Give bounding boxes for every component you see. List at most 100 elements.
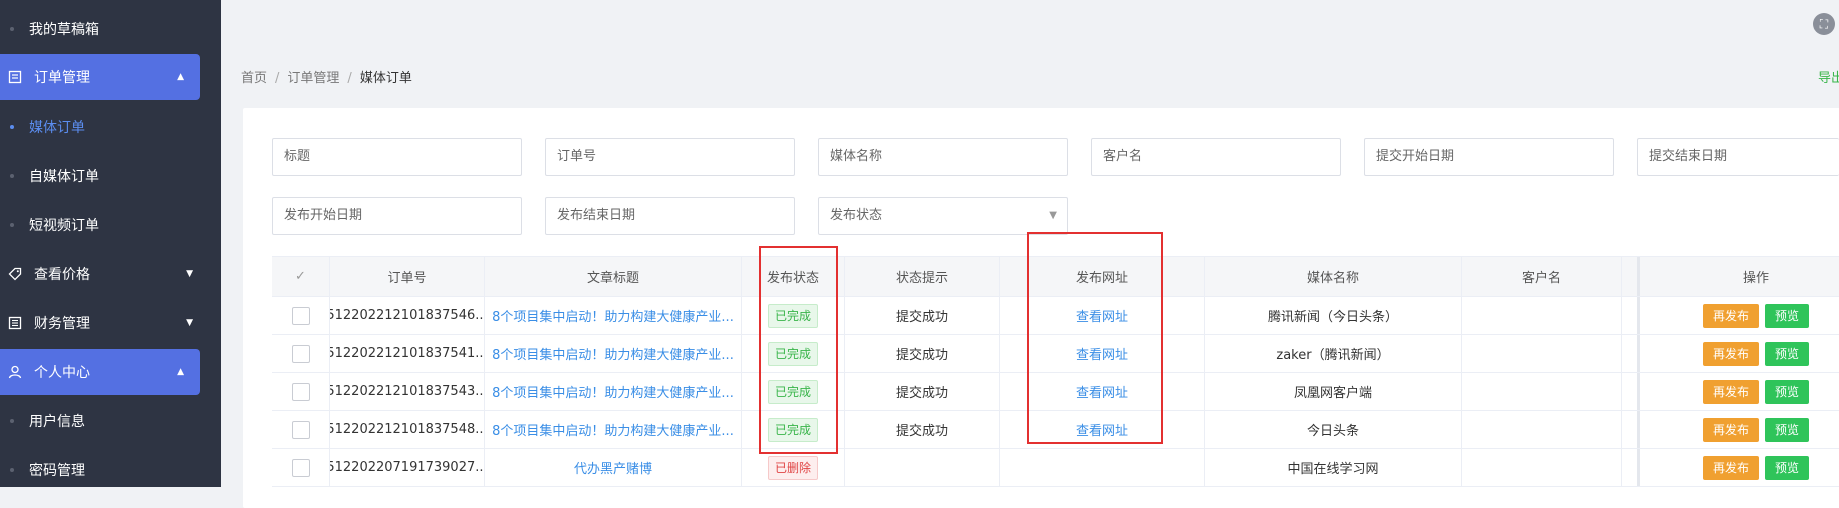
- sidebar-item-label: 我的草稿箱: [29, 22, 99, 38]
- bullet-icon: [10, 468, 14, 472]
- article-title-link[interactable]: 8个项目集中启动！助力构建大健康产业...: [485, 335, 742, 372]
- preview-button[interactable]: 预览: [1765, 455, 1810, 480]
- preview-button[interactable]: 预览: [1765, 341, 1810, 366]
- republish-button[interactable]: 再发布: [1702, 417, 1759, 442]
- user-icon: [8, 365, 22, 379]
- article-title-link[interactable]: 代办黑产赌博: [485, 449, 742, 486]
- submit-start-date-input[interactable]: 提交开始日期: [1364, 138, 1614, 176]
- caret-up-icon: ▲: [177, 367, 184, 377]
- orders-table: ✓ 订单号 文章标题 发布状态 状态提示 发布网址 媒体名称 客户名 操作 51…: [272, 256, 1839, 487]
- status-hint: 提交成功: [845, 373, 1000, 410]
- order-no: 512202212101837548...: [330, 411, 485, 448]
- chevron-down-icon: ▼: [1049, 210, 1057, 221]
- republish-button[interactable]: 再发布: [1702, 379, 1759, 404]
- bullet-icon: [10, 125, 14, 129]
- breadcrumb: 首页 / 订单管理 / 媒体订单: [241, 67, 412, 86]
- media-name-input[interactable]: 媒体名称: [818, 138, 1068, 176]
- order-no-input[interactable]: 订单号: [545, 138, 795, 176]
- submit-end-date-input[interactable]: 提交结束日期: [1637, 138, 1839, 176]
- bullet-icon: [10, 223, 14, 227]
- row-actions: 再发布 预览: [1640, 335, 1839, 372]
- article-title-link[interactable]: 8个项目集中启动！助力构建大健康产业...: [485, 297, 742, 334]
- order-no: 512202212101837543...: [330, 373, 485, 410]
- view-url-link[interactable]: 查看网址: [1000, 297, 1205, 334]
- republish-button[interactable]: 再发布: [1702, 455, 1759, 480]
- bullet-icon: [10, 27, 14, 31]
- publish-status-placeholder: 发布状态: [830, 208, 883, 223]
- header-actions: 操作: [1742, 271, 1769, 286]
- sidebar-item-drafts[interactable]: 我的草稿箱: [0, 6, 221, 52]
- document-icon: [8, 70, 22, 84]
- customer-name: [1462, 411, 1622, 448]
- header-check[interactable]: ✓: [272, 257, 330, 296]
- republish-button[interactable]: 再发布: [1702, 341, 1759, 366]
- republish-button[interactable]: 再发布: [1702, 303, 1759, 328]
- row-checkbox[interactable]: [291, 458, 310, 477]
- sidebar-item-personal-center[interactable]: 个人中心 ▲: [0, 349, 200, 395]
- article-title-link[interactable]: 8个项目集中启动！助力构建大健康产业...: [485, 411, 742, 448]
- header-url: 发布网址: [1000, 257, 1205, 296]
- breadcrumb-separator: /: [347, 71, 352, 86]
- export-link[interactable]: 导出: [1818, 67, 1839, 86]
- table-row: 512202212101837543... 8个项目集中启动！助力构建大健康产业…: [272, 373, 1839, 411]
- bullet-icon: [10, 174, 14, 178]
- status-hint: [845, 449, 1000, 486]
- breadcrumb-current: 媒体订单: [359, 71, 412, 86]
- row-actions: 再发布 预览: [1640, 297, 1839, 334]
- sidebar-item-password[interactable]: 密码管理: [0, 447, 221, 487]
- sidebar-item-short-video-orders[interactable]: 短视频订单: [0, 202, 221, 248]
- publish-end-date-input[interactable]: 发布结束日期: [545, 197, 795, 235]
- table-row: 512202212101837548... 8个项目集中启动！助力构建大健康产业…: [272, 411, 1839, 449]
- sidebar-item-user-info[interactable]: 用户信息: [0, 398, 221, 444]
- article-title-link[interactable]: 8个项目集中启动！助力构建大健康产业...: [485, 373, 742, 410]
- sidebar-item-order-management[interactable]: 订单管理 ▲: [0, 54, 200, 100]
- preview-button[interactable]: 预览: [1765, 379, 1810, 404]
- sidebar-item-media-orders[interactable]: 媒体订单: [0, 104, 221, 150]
- view-url-link[interactable]: 查看网址: [1000, 411, 1205, 448]
- media-name: 今日头条: [1205, 411, 1462, 448]
- caret-down-icon: ▼: [186, 269, 193, 279]
- row-checkbox[interactable]: [291, 382, 310, 401]
- sidebar-item-label: 订单管理: [34, 70, 90, 86]
- caret-up-icon: ▲: [177, 72, 184, 82]
- sidebar-item-label: 短视频订单: [29, 218, 99, 234]
- view-url-link[interactable]: 查看网址: [1000, 373, 1205, 410]
- header-status: 发布状态: [742, 257, 845, 296]
- customer-name: [1462, 449, 1622, 486]
- sidebar-item-view-prices[interactable]: 查看价格 ▼: [0, 251, 221, 297]
- row-checkbox[interactable]: [291, 344, 310, 363]
- sidebar-item-label: 媒体订单: [29, 120, 85, 136]
- customer-name: [1462, 335, 1622, 372]
- status-hint: 提交成功: [845, 297, 1000, 334]
- header-hint: 状态提示: [845, 257, 1000, 296]
- sidebar-item-label: 用户信息: [29, 414, 85, 430]
- sidebar-item-finance[interactable]: 财务管理 ▼: [0, 300, 221, 346]
- publish-status-select[interactable]: 发布状态 ▼: [818, 197, 1068, 235]
- preview-button[interactable]: 预览: [1765, 303, 1810, 328]
- sidebar-item-label: 自媒体订单: [29, 169, 99, 185]
- breadcrumb-home[interactable]: 首页: [241, 71, 267, 86]
- breadcrumb-separator: /: [275, 71, 280, 86]
- preview-button[interactable]: 预览: [1765, 417, 1810, 442]
- caret-down-icon: ▼: [186, 318, 193, 328]
- status-badge: 已完成: [767, 379, 818, 404]
- media-name: 凤凰网客户端: [1205, 373, 1462, 410]
- customer-input[interactable]: 客户名: [1091, 138, 1341, 176]
- ledger-icon: [8, 316, 22, 330]
- sidebar-item-self-media-orders[interactable]: 自媒体订单: [0, 153, 221, 199]
- view-url-link[interactable]: [1000, 449, 1205, 486]
- title-input[interactable]: 标题: [272, 138, 522, 176]
- status-hint: 提交成功: [845, 411, 1000, 448]
- sidebar: 我的草稿箱 订单管理 ▲ 媒体订单 自媒体订单 短视频订单 查看价格 ▼ 财务管…: [0, 0, 221, 487]
- media-name: 中国在线学习网: [1205, 449, 1462, 486]
- fullscreen-icon[interactable]: ⛶: [1813, 13, 1835, 35]
- sidebar-item-label: 财务管理: [34, 316, 90, 332]
- row-checkbox[interactable]: [291, 420, 310, 439]
- publish-start-date-input[interactable]: 发布开始日期: [272, 197, 522, 235]
- table-row: 512202207191739027... 代办黑产赌博 已删除 中国在线学习网…: [272, 449, 1839, 487]
- row-actions: 再发布 预览: [1640, 449, 1839, 486]
- row-checkbox[interactable]: [291, 306, 310, 325]
- breadcrumb-order-management[interactable]: 订单管理: [287, 71, 339, 86]
- view-url-link[interactable]: 查看网址: [1000, 335, 1205, 372]
- table-header: ✓ 订单号 文章标题 发布状态 状态提示 发布网址 媒体名称 客户名 操作: [272, 257, 1839, 297]
